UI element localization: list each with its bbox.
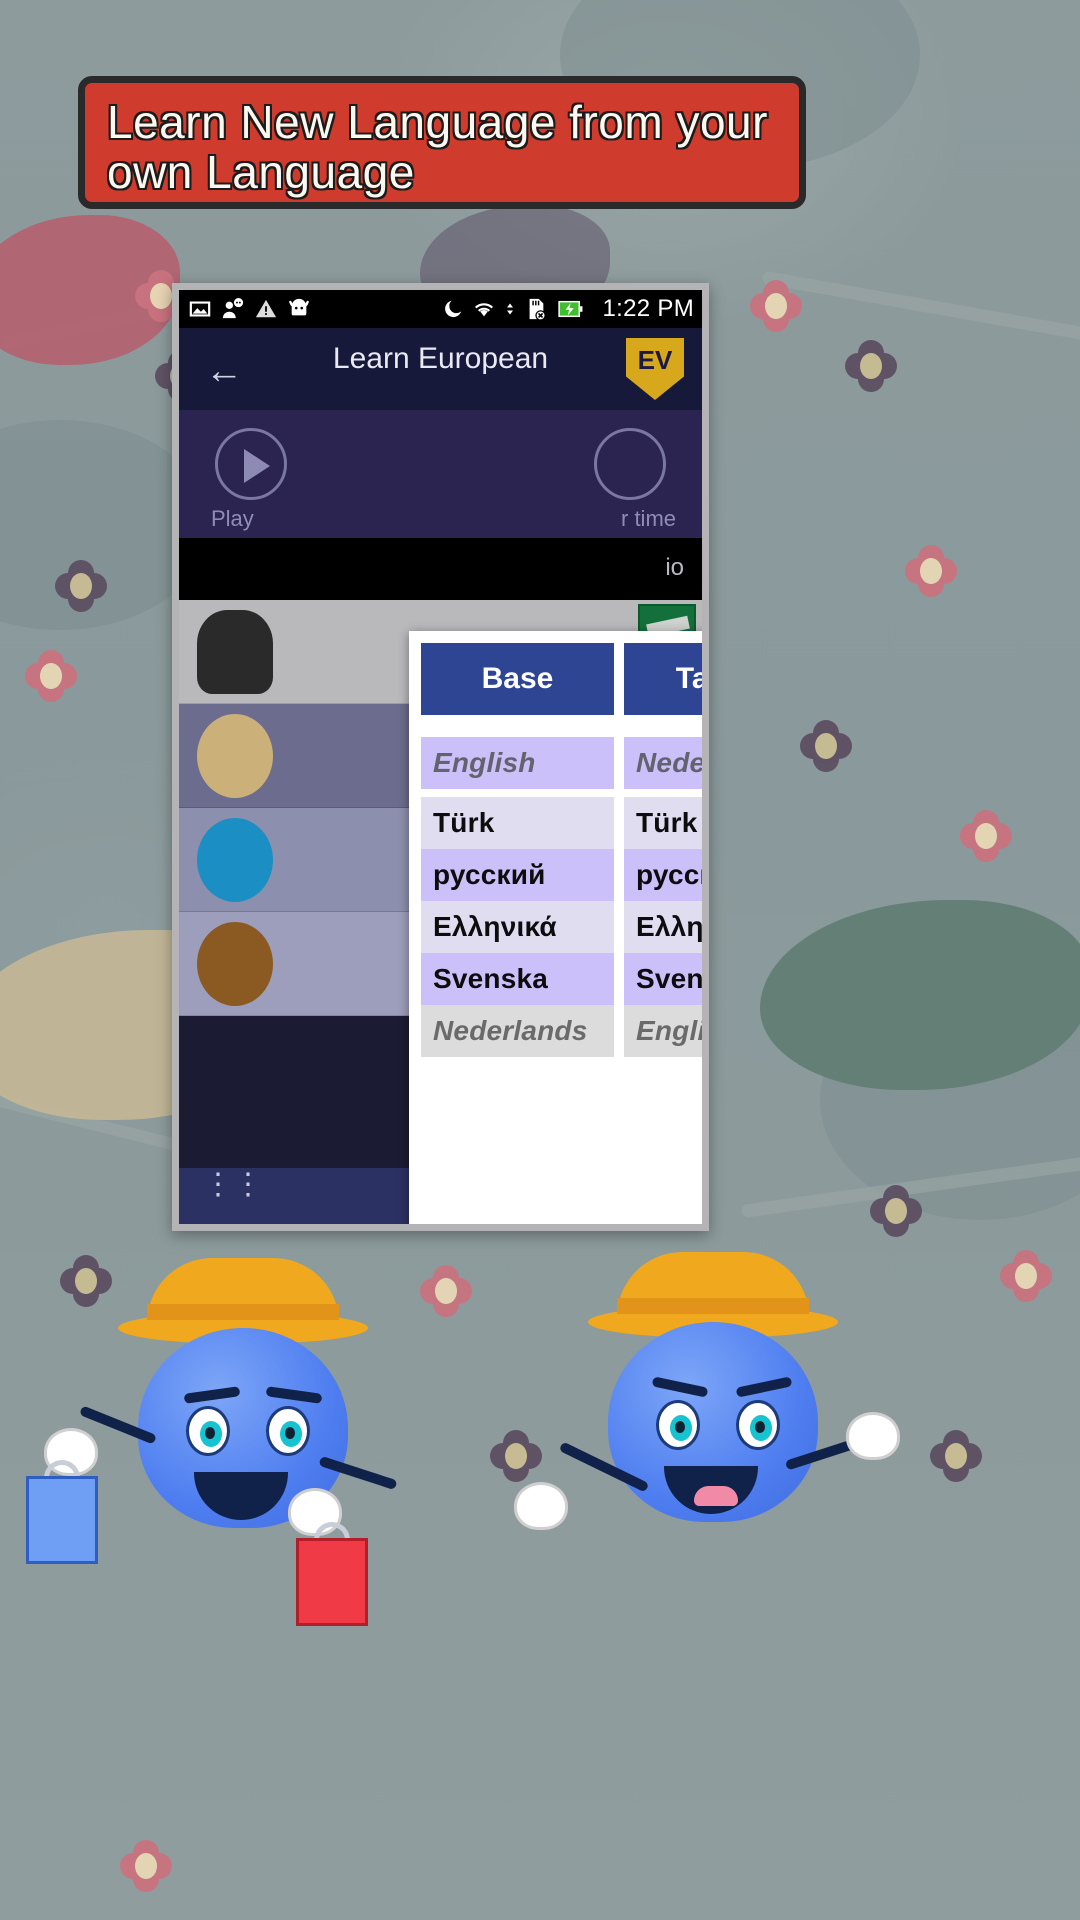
wallpaper-flower xyxy=(1000,1250,1052,1302)
base-language-disabled: Nederlands xyxy=(421,1005,614,1057)
android-robot-icon xyxy=(289,298,309,316)
headline-line-1: Learn New Language from your xyxy=(107,96,768,148)
wallpaper-flower xyxy=(905,545,957,597)
battery-charging-icon xyxy=(557,300,582,318)
wallpaper-flower xyxy=(420,1265,472,1317)
target-language-option[interactable]: Svenska xyxy=(624,953,702,1005)
hat-band xyxy=(147,1304,339,1320)
base-language-column: English Türk русский Ελληνικά Svenska Ne… xyxy=(421,737,614,1057)
headline-banner: Learn New Language from your own Languag… xyxy=(78,76,806,209)
android-status-bar: 1:22 PM xyxy=(179,290,702,328)
dialog-columns: English Türk русский Ελληνικά Svenska Ne… xyxy=(421,715,702,1057)
target-current-language[interactable]: Nederlands xyxy=(624,737,702,789)
wallpaper-flower xyxy=(120,1840,172,1892)
band-label: io xyxy=(665,554,684,581)
data-transfer-arrows-icon xyxy=(506,303,513,315)
word-illustration xyxy=(197,610,273,694)
wallpaper-flower xyxy=(960,810,1012,862)
mascot-eye xyxy=(656,1400,700,1450)
warning-triangle-icon xyxy=(255,299,277,318)
headline-line-2: own Language xyxy=(107,146,415,198)
wallpaper-flower xyxy=(845,340,897,392)
dialog-tab-row: Base Target xyxy=(421,637,702,715)
word-illustration xyxy=(197,818,273,902)
mascot-hand xyxy=(846,1412,900,1460)
target-language-disabled: English xyxy=(624,1005,702,1057)
wallpaper-flower xyxy=(55,560,107,612)
status-bar-left-icons xyxy=(189,298,310,320)
play-button-left[interactable] xyxy=(215,428,287,500)
mascot-eye xyxy=(736,1400,780,1450)
status-bar-clock: 1:22 PM xyxy=(602,295,694,322)
mascot-eye xyxy=(266,1406,310,1456)
mascot-hand xyxy=(514,1482,568,1530)
phone-screen: 1:22 PM ← Learn European EV Play r time … xyxy=(179,290,702,1224)
play-button-right[interactable] xyxy=(594,428,666,500)
sd-card-removed-icon xyxy=(529,298,546,320)
play-label-left: Play xyxy=(211,506,254,531)
tab-base[interactable]: Base xyxy=(421,643,614,715)
app-play-row: Play r time xyxy=(179,410,702,538)
wallpaper-flower xyxy=(25,650,77,702)
mascot-right xyxy=(514,1250,900,1670)
app-black-band: io xyxy=(179,538,702,600)
mascot-eye xyxy=(186,1406,230,1456)
app-badge-icon: EV xyxy=(626,338,684,400)
do-not-disturb-moon-icon xyxy=(444,300,461,318)
app-title: Learn European xyxy=(332,342,549,375)
wifi-icon xyxy=(474,303,493,317)
word-illustration xyxy=(197,714,273,798)
language-picker-dialog: Base Target English Türk русский Ελληνικ… xyxy=(409,631,702,1224)
wallpaper-flower xyxy=(750,280,802,332)
hat-band xyxy=(617,1298,809,1314)
target-language-option[interactable]: Ελληνικά xyxy=(624,901,702,953)
wallpaper-flower xyxy=(870,1185,922,1237)
wallpaper-flower xyxy=(930,1430,982,1482)
base-language-option[interactable]: Türk xyxy=(421,797,614,849)
screenshot-canvas: document.querySelectorAll('.flower').for… xyxy=(0,0,1080,1920)
tab-target[interactable]: Target xyxy=(624,643,702,715)
phone-frame: 1:22 PM ← Learn European EV Play r time … xyxy=(172,283,709,1231)
overflow-dots-icon[interactable]: ⋮⋮ xyxy=(203,1170,263,1200)
wallpaper-flower xyxy=(800,720,852,772)
target-language-option[interactable]: Türk xyxy=(624,797,702,849)
wallpaper-flower xyxy=(490,1430,542,1482)
base-language-option[interactable]: русский xyxy=(421,849,614,901)
base-current-language[interactable]: English xyxy=(421,737,614,789)
target-language-column: Nederlands Türk русский Ελληνικά Svenska… xyxy=(624,737,702,1057)
image-icon xyxy=(189,301,211,317)
base-language-option[interactable]: Ελληνικά xyxy=(421,901,614,953)
play-label-right: r time xyxy=(621,506,676,531)
base-language-option[interactable]: Svenska xyxy=(421,953,614,1005)
app-action-bar: ← Learn European EV xyxy=(179,328,702,410)
mascot-left xyxy=(26,1250,418,1670)
word-illustration xyxy=(197,922,273,1006)
target-language-option[interactable]: русский xyxy=(624,849,702,901)
status-bar-right-icons: 1:22 PM xyxy=(442,295,694,323)
person-speech-icon xyxy=(222,298,244,319)
